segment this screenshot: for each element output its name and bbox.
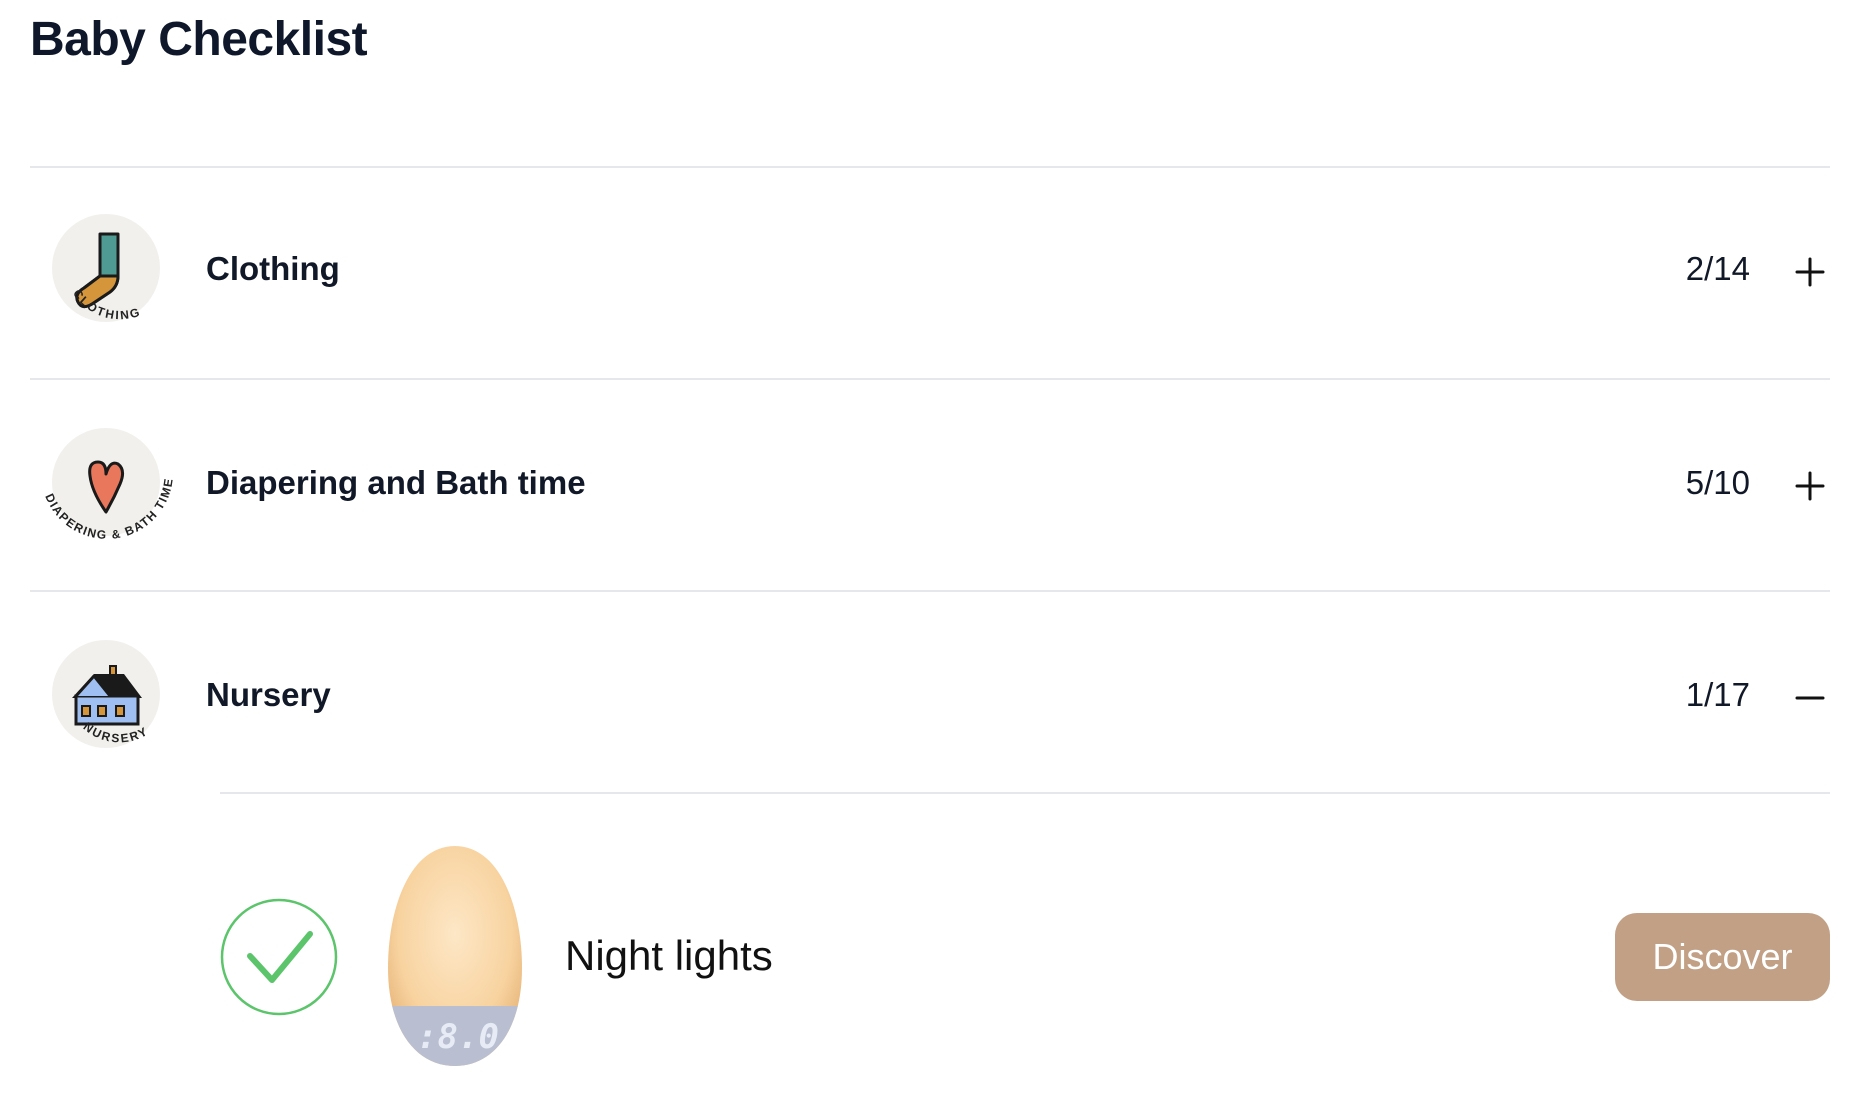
category-name: Nursery bbox=[206, 676, 331, 713]
item-name: Night lights bbox=[565, 932, 773, 979]
discover-button[interactable]: Discover bbox=[1615, 913, 1830, 1001]
night-light-display: :8.0 bbox=[417, 1017, 499, 1057]
category-diapering-bath[interactable]: DIAPERING & BATH TIME Diapering and Bath… bbox=[30, 380, 1830, 590]
diapering-badge: DIAPERING & BATH TIME bbox=[42, 428, 182, 558]
item-checkbox[interactable] bbox=[220, 898, 338, 1016]
baby-checklist-page: Baby Checklist CLOTHING Clothing 2/14 DI… bbox=[0, 0, 1856, 1110]
category-progress: 1/17 bbox=[1685, 676, 1750, 713]
category-progress: 2/14 bbox=[1685, 250, 1750, 287]
expand-button[interactable] bbox=[1790, 252, 1830, 292]
category-nursery[interactable]: NURSERY Nursery 1/17 bbox=[30, 592, 1830, 802]
product-image-night-light: :8.0 bbox=[370, 838, 540, 1078]
page-title: Baby Checklist bbox=[30, 13, 368, 66]
clothing-badge: CLOTHING bbox=[52, 214, 182, 344]
expand-button[interactable] bbox=[1790, 466, 1830, 506]
checkmark-icon bbox=[220, 898, 338, 1016]
category-name: Clothing bbox=[206, 250, 340, 287]
plus-icon bbox=[1795, 471, 1825, 501]
category-name: Diapering and Bath time bbox=[206, 464, 586, 501]
divider bbox=[220, 792, 1830, 794]
plus-icon bbox=[1795, 257, 1825, 287]
minus-icon bbox=[1795, 696, 1825, 700]
checklist-item-night-lights: :8.0 Night lights Discover bbox=[220, 810, 1830, 1070]
nursery-badge: NURSERY bbox=[52, 640, 182, 770]
collapse-button[interactable] bbox=[1790, 678, 1830, 718]
category-progress: 5/10 bbox=[1685, 464, 1750, 501]
category-clothing[interactable]: CLOTHING Clothing 2/14 bbox=[30, 168, 1830, 378]
